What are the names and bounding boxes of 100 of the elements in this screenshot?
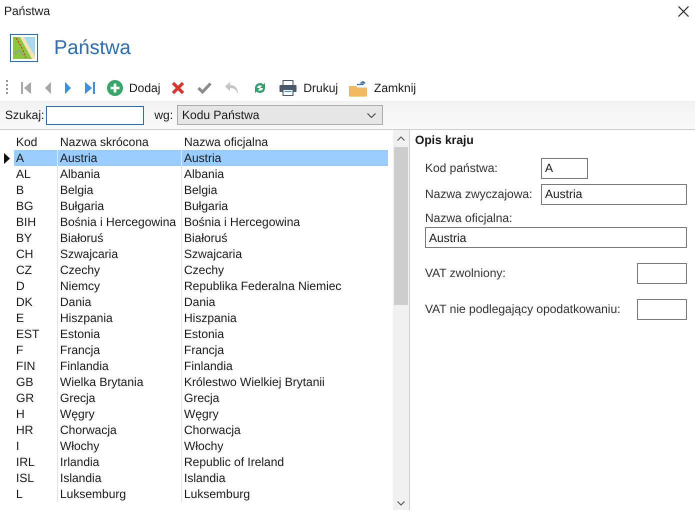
field-label: Kod państwa: (425, 161, 499, 175)
search-by-dropdown[interactable]: Kodu Państwa (177, 105, 384, 125)
table-cell[interactable]: Republika Federalna Niemiec (182, 278, 388, 294)
table-cell[interactable]: Królestwo Wielkiej Brytanii (182, 374, 388, 390)
table-cell[interactable]: Bułgaria (182, 198, 388, 214)
table-cell[interactable]: Węgry (182, 406, 388, 422)
table-cell[interactable]: L (14, 486, 58, 502)
page-title: Państwa (54, 36, 131, 60)
table-cell[interactable]: Republic of Ireland (182, 454, 388, 470)
table-cell[interactable]: Bułgaria (58, 198, 182, 214)
table-cell[interactable]: Luksemburg (182, 486, 388, 502)
table-cell[interactable]: F (14, 342, 58, 358)
scroll-up-icon[interactable] (397, 136, 406, 141)
field-label: VAT zwolniony: (425, 266, 506, 280)
input-field[interactable]: A (541, 158, 588, 178)
table-cell[interactable]: Islandia (58, 470, 182, 486)
table-cell[interactable]: Włochy (182, 438, 388, 454)
table-cell[interactable]: GB (14, 374, 58, 390)
search-by-label: wg: (154, 108, 174, 122)
field-label: Nazwa zwyczajowa: (425, 187, 534, 201)
column-header[interactable]: Kod (14, 134, 58, 150)
table-cell[interactable]: Czechy (58, 262, 182, 278)
table-cell[interactable]: Dania (182, 294, 388, 310)
table-cell[interactable]: FIN (14, 358, 58, 374)
printer-icon (279, 80, 298, 96)
table-cell[interactable]: ISL (14, 470, 58, 486)
input-field[interactable]: Austria (425, 227, 687, 248)
scroll-down-icon[interactable] (397, 501, 406, 506)
close-icon[interactable] (678, 6, 689, 16)
table-cell[interactable]: Hiszpania (182, 310, 388, 326)
scrollbar[interactable] (393, 130, 409, 510)
table-cell[interactable]: Austria (182, 150, 388, 166)
table-cell[interactable]: H (14, 406, 58, 422)
table-cell[interactable]: Węgry (58, 406, 182, 422)
table-cell[interactable]: E (14, 310, 58, 326)
table-cell[interactable]: Irlandia (58, 454, 182, 470)
table-cell[interactable]: Bośnia i Hercegowina (58, 214, 182, 230)
delete-icon[interactable] (171, 81, 186, 95)
table-cell[interactable]: CZ (14, 262, 58, 278)
close-button[interactable]: Zamknij (343, 77, 422, 99)
table-cell[interactable]: Niemcy (58, 278, 182, 294)
table-cell[interactable]: Białoruś (182, 230, 388, 246)
table-cell[interactable]: Szwajcaria (182, 246, 388, 262)
table-cell[interactable]: Chorwacja (58, 422, 182, 438)
table-cell[interactable]: Belgia (58, 182, 182, 198)
print-button[interactable]: Drukuj (274, 77, 344, 99)
table-cell[interactable]: DK (14, 294, 58, 310)
row-indicator-icon (4, 152, 10, 164)
table-cell[interactable]: Wielka Brytania (58, 374, 182, 390)
folder-icon (348, 80, 368, 96)
table-cell[interactable]: Białoruś (58, 230, 182, 246)
map-icon (10, 34, 38, 62)
table-cell[interactable]: BG (14, 198, 58, 214)
search-field[interactable] (46, 106, 144, 124)
table-cell[interactable]: Belgia (182, 182, 388, 198)
table-cell[interactable]: Luksemburg (58, 486, 182, 502)
table-cell[interactable]: I (14, 438, 58, 454)
table-cell[interactable]: Francja (182, 342, 388, 358)
table-cell[interactable]: HR (14, 422, 58, 438)
table-cell[interactable]: Francja (58, 342, 182, 358)
table-cell[interactable]: Albania (182, 166, 388, 182)
table-cell[interactable]: Finlandia (182, 358, 388, 374)
table-cell[interactable]: Hiszpania (58, 310, 182, 326)
field-label: Nazwa oficjalna: (425, 211, 514, 225)
table-cell[interactable]: A (14, 150, 58, 166)
table-cell[interactable]: Włochy (58, 438, 182, 454)
table-cell[interactable]: IRL (14, 454, 58, 470)
table-cell[interactable]: Finlandia (58, 358, 182, 374)
column-header[interactable]: Nazwa oficjalna (182, 134, 388, 150)
next-record-icon[interactable] (64, 81, 72, 95)
table-cell[interactable]: Grecja (182, 390, 388, 406)
table-cell[interactable]: Estonia (182, 326, 388, 342)
table-cell[interactable]: Albania (58, 166, 182, 182)
input-field[interactable] (637, 298, 687, 320)
table-cell[interactable]: BY (14, 230, 58, 246)
table-cell[interactable]: Islandia (182, 470, 388, 486)
search-label: Szukaj: (5, 108, 44, 122)
input-field[interactable]: Austria (541, 184, 687, 204)
table-cell[interactable]: Dania (58, 294, 182, 310)
table-cell[interactable]: Chorwacja (182, 422, 388, 438)
table-cell[interactable]: Estonia (58, 326, 182, 342)
table-cell[interactable]: CH (14, 246, 58, 262)
table-cell[interactable]: Czechy (182, 262, 388, 278)
table-cell[interactable]: AL (14, 166, 58, 182)
table-cell[interactable]: Szwajcaria (58, 246, 182, 262)
field-label: VAT nie podlegający opodatkowaniu: (425, 302, 620, 316)
table-cell[interactable]: Grecja (58, 390, 182, 406)
table-cell[interactable]: GR (14, 390, 58, 406)
last-record-icon[interactable] (84, 81, 96, 95)
table-cell[interactable]: D (14, 278, 58, 294)
table-cell[interactable]: Bośnia i Hercegowina (182, 214, 388, 230)
add-button[interactable]: Dodaj (102, 77, 166, 99)
table-cell[interactable]: EST (14, 326, 58, 342)
table-cell[interactable]: B (14, 182, 58, 198)
column-header[interactable]: Nazwa skrócona (58, 134, 182, 150)
input-field[interactable] (637, 262, 687, 284)
window-title: Państwa (4, 4, 50, 18)
table-cell[interactable]: BIH (14, 214, 58, 230)
plus-icon (107, 80, 123, 96)
table-cell[interactable]: Austria (58, 150, 182, 166)
